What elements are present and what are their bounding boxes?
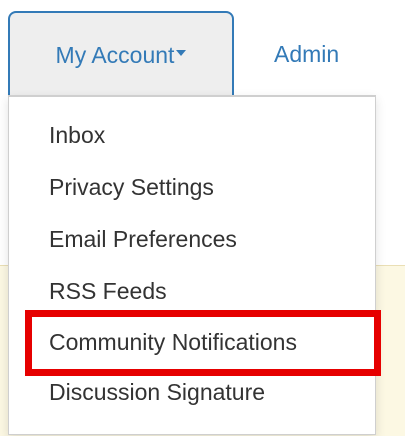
menu-item-privacy-settings[interactable]: Privacy Settings	[49, 173, 214, 201]
menu-item-community-notifications[interactable]: Community Notifications	[49, 328, 297, 356]
tab-my-account[interactable]: My Account	[8, 11, 234, 97]
tab-my-account-label: My Account	[55, 41, 175, 68]
menu-item-rss-feeds[interactable]: RSS Feeds	[49, 277, 167, 305]
tab-admin[interactable]: Admin	[274, 11, 339, 97]
caret-down-icon	[176, 50, 187, 56]
top-nav: My Account Admin	[0, 0, 405, 97]
menu-item-inbox[interactable]: Inbox	[49, 121, 105, 149]
menu-item-discussion-signature[interactable]: Discussion Signature	[49, 378, 265, 406]
account-dropdown-menu: Inbox Privacy Settings Email Preferences…	[8, 95, 376, 435]
menu-item-email-preferences[interactable]: Email Preferences	[49, 225, 237, 253]
